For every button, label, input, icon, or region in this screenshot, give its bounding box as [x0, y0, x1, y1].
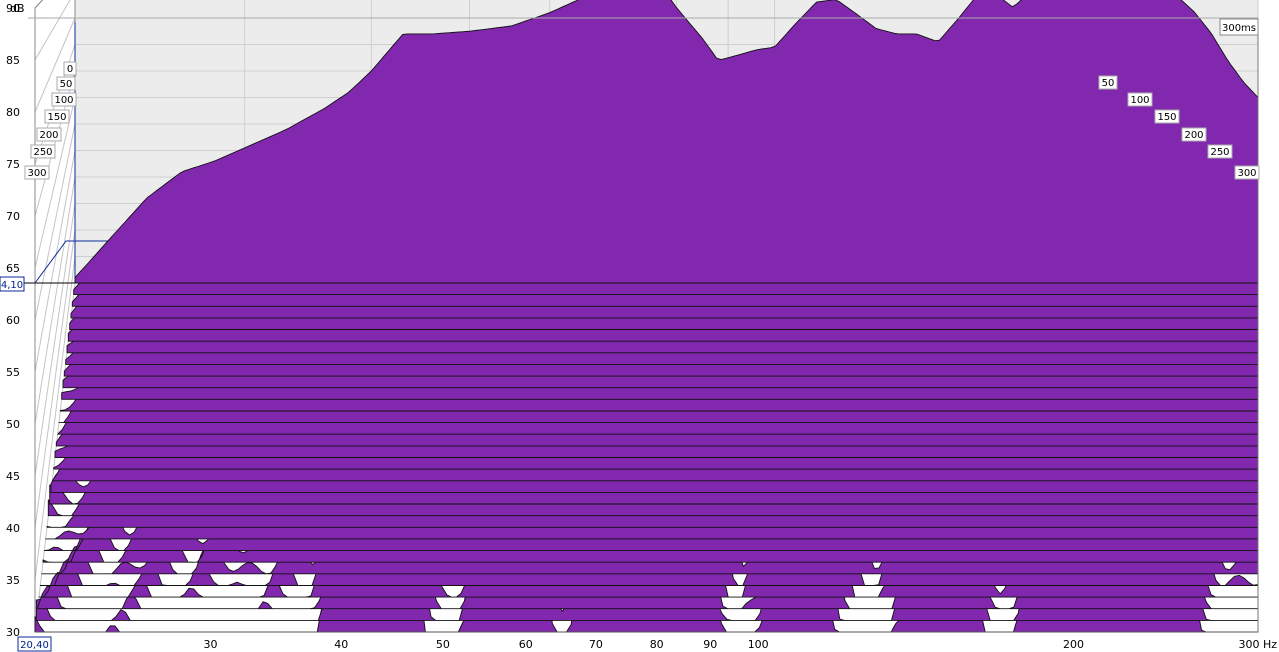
time-range-badge: 300ms [1222, 23, 1256, 34]
x-tick-label: 80 [650, 638, 664, 651]
y-tick-label: 65 [6, 262, 20, 275]
y-tick-label: 70 [6, 210, 20, 223]
y-tick-label: 40 [6, 522, 20, 535]
time-tick-right-label: 50 [1102, 78, 1115, 89]
x-tick-label: 30 [204, 638, 218, 651]
y-tick-label: 80 [6, 106, 20, 119]
y-tick-label: 45 [6, 470, 20, 483]
time-tick-left-label: 0 [67, 64, 73, 75]
time-tick-right-label: 100 [1130, 95, 1149, 106]
time-tick-right-label: 300 [1237, 168, 1256, 179]
y-tick-label: 55 [6, 366, 20, 379]
time-tick-right-label: 250 [1210, 147, 1229, 158]
y-axis-label: dB [10, 2, 25, 15]
x-tick-label: 90 [703, 638, 717, 651]
y-tick-label: 85 [6, 54, 20, 67]
x-cursor-readout: 20,40 [20, 640, 49, 651]
time-tick-left-label: 100 [54, 95, 73, 106]
x-tick-label: 60 [519, 638, 533, 651]
time-tick-right-label: 150 [1157, 112, 1176, 123]
y-cursor-readout: 4,10 [1, 280, 23, 291]
x-tick-label: 70 [589, 638, 603, 651]
y-tick-label: 35 [6, 574, 20, 587]
waterfall-chart: 90858075706560555045403530dB30 40 50 60 70 80… [0, 0, 1279, 652]
time-tick-left-label: 200 [39, 130, 58, 141]
time-tick-left-label: 300 [27, 168, 46, 179]
y-tick-label: 50 [6, 418, 20, 431]
y-tick-label: 75 [6, 158, 20, 171]
x-tick-label: 50 [436, 638, 450, 651]
x-tick-label: 200 [1063, 638, 1084, 651]
time-tick-left-label: 50 [60, 79, 73, 90]
time-tick-left-label: 250 [33, 147, 52, 158]
time-tick-right-label: 200 [1184, 130, 1203, 141]
x-tick-label: 40 [334, 638, 348, 651]
x-tick-label: 300 Hz [1238, 638, 1277, 651]
time-tick-left-label: 150 [47, 112, 66, 123]
y-tick-label: 60 [6, 314, 20, 327]
x-tick-label: 100 [748, 638, 769, 651]
